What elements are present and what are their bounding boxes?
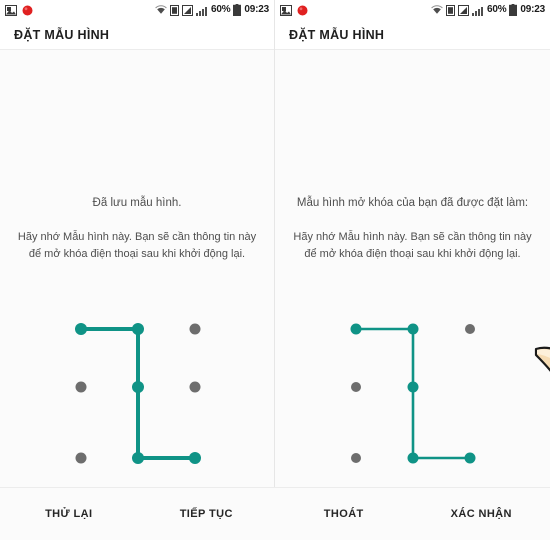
right-content-area: Mẫu hình mở khóa của bạn đã được đặt làm… — [275, 51, 550, 488]
pattern-path — [354, 327, 472, 460]
image-icon — [5, 4, 17, 16]
pattern-grid-right[interactable] — [275, 51, 550, 488]
status-bar-right: 60% 09:23 — [275, 0, 550, 20]
signal-bars-icon — [182, 4, 193, 16]
clock-label: 09:23 — [244, 4, 269, 15]
pattern-dot-inactive[interactable] — [189, 323, 201, 335]
pattern-dot-active[interactable] — [407, 452, 419, 464]
pattern-dot-inactive[interactable] — [465, 324, 475, 334]
signal-bars-2-icon — [196, 5, 208, 16]
exit-button[interactable]: THOÁT — [275, 508, 413, 520]
record-dot-icon — [297, 5, 308, 16]
pattern-dot-inactive[interactable] — [351, 453, 361, 463]
battery-icon — [233, 4, 242, 16]
wifi-icon — [155, 5, 167, 15]
clock-label: 09:23 — [520, 4, 545, 15]
pattern-dot-active[interactable] — [132, 323, 144, 335]
battery-percent-label: 60% — [211, 4, 231, 15]
image-icon — [280, 4, 292, 16]
pattern-dot-active[interactable] — [189, 452, 201, 464]
signal-bars-2-icon — [472, 5, 484, 16]
pattern-dot-active[interactable] — [350, 323, 362, 335]
confirm-button[interactable]: XÁC NHẬN — [413, 508, 550, 520]
pattern-dot-active[interactable] — [464, 452, 476, 464]
pattern-path — [79, 327, 197, 460]
pattern-lock-svg-right[interactable] — [275, 51, 550, 488]
button-bar-left: THỬ LẠI TIẾP TỤC — [0, 487, 275, 540]
pattern-dot-inactive[interactable] — [75, 452, 87, 464]
status-bar-right-icons: 60% 09:23 — [155, 4, 269, 16]
pattern-dot-inactive[interactable] — [189, 381, 201, 393]
wifi-icon — [431, 5, 443, 15]
pattern-dot-active[interactable] — [407, 323, 419, 335]
battery-percent-label: 60% — [487, 4, 507, 15]
pattern-dot-inactive[interactable] — [351, 382, 361, 392]
pattern-dot-active[interactable] — [75, 323, 87, 335]
signal-bars-icon — [458, 4, 469, 16]
pattern-dot-active[interactable] — [132, 452, 144, 464]
sim-card-icon — [446, 4, 455, 16]
battery-icon — [509, 4, 518, 16]
pattern-lock-svg-left[interactable] — [0, 51, 275, 488]
pattern-grid-left[interactable] — [0, 51, 275, 488]
pattern-dot-active[interactable] — [407, 381, 419, 393]
status-bar-right-right-icons: 60% 09:23 — [431, 4, 545, 16]
page-title: ĐẶT MẪU HÌNH — [14, 27, 110, 42]
dual-screenshot-container: 60% 09:23 ĐẶT MẪU HÌNH Đã lưu mẫu hình. … — [0, 0, 550, 540]
record-dot-icon — [22, 5, 33, 16]
sim-card-icon — [170, 4, 179, 16]
title-bar-right: ĐẶT MẪU HÌNH — [275, 20, 550, 50]
right-screen: 60% 09:23 ĐẶT MẪU HÌNH Mẫu hình mở khóa … — [275, 0, 550, 540]
left-screen: 60% 09:23 ĐẶT MẪU HÌNH Đã lưu mẫu hình. … — [0, 0, 275, 540]
button-bar-right: THOÁT XÁC NHẬN — [275, 487, 550, 540]
pattern-dot-inactive[interactable] — [75, 381, 87, 393]
retry-button[interactable]: THỬ LẠI — [0, 508, 138, 520]
status-bar-left: 60% 09:23 — [0, 0, 274, 20]
page-title: ĐẶT MẪU HÌNH — [289, 27, 385, 42]
title-bar-left: ĐẶT MẪU HÌNH — [0, 20, 274, 50]
continue-button[interactable]: TIẾP TỤC — [138, 508, 276, 520]
status-bar-right-left-icons — [280, 4, 308, 16]
status-bar-left-icons — [5, 4, 33, 16]
left-content-area: Đã lưu mẫu hình. Hãy nhớ Mẫu hình này. B… — [0, 51, 274, 488]
pattern-dot-active[interactable] — [132, 381, 144, 393]
